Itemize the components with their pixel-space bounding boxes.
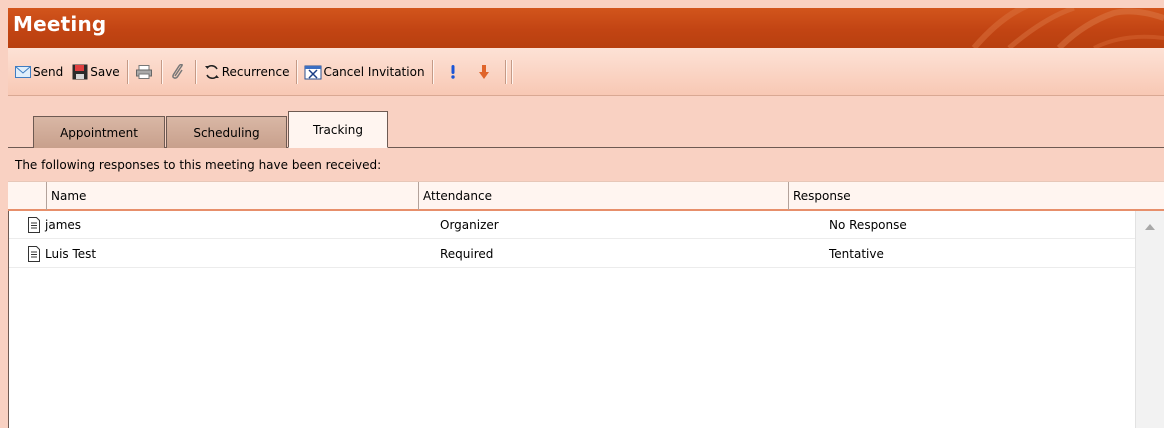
tab-scheduling[interactable]: Scheduling xyxy=(166,116,287,148)
toolbar-separator xyxy=(160,59,162,84)
column-header-response-label: Response xyxy=(793,189,851,203)
toolbar-separator xyxy=(296,59,298,84)
cancel-invitation-button[interactable]: Cancel Invitation xyxy=(302,59,426,85)
recurrence-button[interactable]: Recurrence xyxy=(201,59,292,85)
toolbar-separator xyxy=(510,59,512,84)
name-cell: james xyxy=(27,211,81,239)
column-header-attendance-label: Attendance xyxy=(423,189,492,203)
title-bar: Meeting xyxy=(8,8,1164,48)
title-decoration xyxy=(971,8,1164,48)
table-row[interactable]: james Organizer No Response xyxy=(9,211,1136,239)
vertical-scrollbar[interactable] xyxy=(1135,211,1164,428)
column-header-name-label: Name xyxy=(51,189,87,203)
document-icon xyxy=(28,246,40,262)
tab-scheduling-label: Scheduling xyxy=(193,125,260,140)
tab-appointment-label: Appointment xyxy=(60,125,138,140)
save-button[interactable]: Save xyxy=(69,59,121,85)
column-header-response[interactable]: Response xyxy=(788,182,1164,210)
cancel-invitation-label: Cancel Invitation xyxy=(323,64,425,79)
attendance-cell: Organizer xyxy=(440,218,499,232)
tab-appointment[interactable]: Appointment xyxy=(33,116,165,148)
high-importance-icon xyxy=(444,64,462,80)
table-header: Name Attendance Response xyxy=(8,181,1164,211)
responses-info-text: The following responses to this meeting … xyxy=(15,158,382,172)
scroll-up-arrow-icon[interactable] xyxy=(1145,224,1155,230)
envelope-icon xyxy=(14,64,32,80)
document-icon xyxy=(28,217,40,233)
recurrence-icon xyxy=(203,64,221,80)
window-title: Meeting xyxy=(13,12,107,36)
attach-button[interactable] xyxy=(167,59,190,85)
toolbar-separator xyxy=(194,59,196,84)
table-row[interactable]: Luis Test Required Tentative xyxy=(9,240,1136,268)
recurrence-label: Recurrence xyxy=(221,64,290,79)
floppy-disk-icon xyxy=(71,64,89,80)
save-label: Save xyxy=(90,64,120,79)
high-importance-button[interactable] xyxy=(442,59,465,85)
paperclip-icon xyxy=(169,63,187,80)
response-cell: Tentative xyxy=(829,247,884,261)
toolbar-separator xyxy=(431,59,433,84)
toolbar-separator xyxy=(126,59,128,84)
responses-table: james Organizer No Response Luis Test Re… xyxy=(8,211,1136,428)
tab-tracking[interactable]: Tracking xyxy=(288,111,388,148)
cancel-invitation-icon xyxy=(304,64,322,80)
print-button[interactable] xyxy=(133,59,156,85)
toolbar: Send Save Recurrence Cancel Invitation xyxy=(8,48,1164,96)
name-cell: Luis Test xyxy=(27,240,96,268)
send-label: Send xyxy=(33,64,64,79)
toolbar-separator xyxy=(504,59,506,84)
response-cell: No Response xyxy=(829,218,907,232)
column-header-attendance[interactable]: Attendance xyxy=(418,182,788,210)
attendee-name: james xyxy=(45,218,82,232)
attendance-cell: Required xyxy=(440,247,494,261)
tab-tracking-label: Tracking xyxy=(313,122,363,137)
low-importance-button[interactable] xyxy=(473,59,496,85)
printer-icon xyxy=(135,64,153,80)
column-header-name[interactable]: Name xyxy=(46,182,418,210)
attendee-name: Luis Test xyxy=(45,247,97,261)
low-importance-icon xyxy=(475,64,493,80)
send-button[interactable]: Send xyxy=(12,59,65,85)
